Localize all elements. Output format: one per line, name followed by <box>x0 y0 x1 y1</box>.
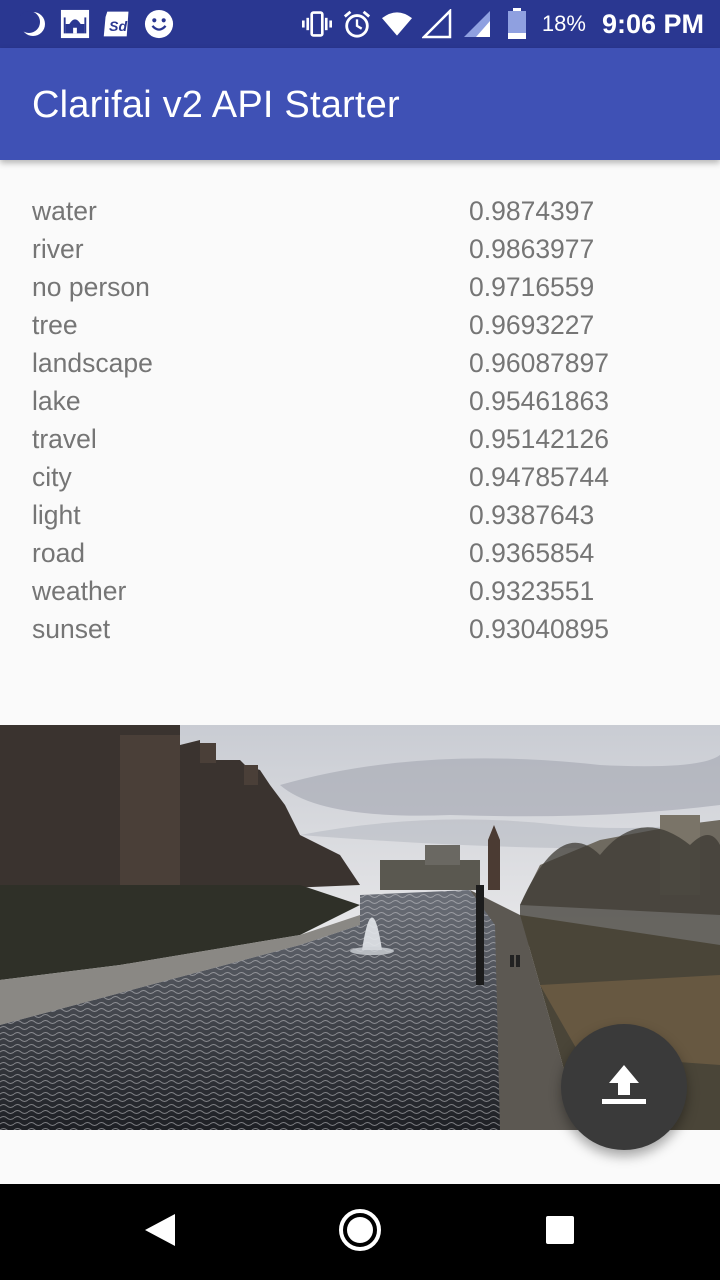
tag-label: water <box>32 196 97 226</box>
list-item: road 0.9365854 <box>0 534 720 572</box>
moon-icon <box>18 9 48 39</box>
tag-label: no person <box>32 272 150 302</box>
list-item: no person 0.9716559 <box>0 268 720 306</box>
svg-text:Sd: Sd <box>109 18 127 34</box>
tag-label: weather <box>32 576 127 606</box>
back-button[interactable] <box>112 1184 208 1280</box>
list-item: lake 0.95461863 <box>0 382 720 420</box>
tag-score: 0.9365854 <box>469 538 595 568</box>
tag-label: light <box>32 500 81 530</box>
tag-label: travel <box>32 424 97 454</box>
list-item: water 0.9874397 <box>0 192 720 230</box>
list-item: landscape 0.96087897 <box>0 344 720 382</box>
tag-score: 0.9323551 <box>469 576 595 606</box>
home-button[interactable] <box>312 1184 408 1280</box>
tag-label: tree <box>32 310 78 340</box>
tag-label: sunset <box>32 614 111 644</box>
signal-empty-icon <box>421 9 452 39</box>
sd-card-icon: Sd <box>102 9 132 39</box>
clock: 9:06 PM <box>601 8 704 39</box>
results-list: water 0.9874397 river 0.9863977 no person 0… <box>0 192 720 648</box>
tag-score: 0.9863977 <box>469 234 595 264</box>
tag-label: landscape <box>32 348 153 378</box>
tag-score: 0.9874397 <box>469 196 595 226</box>
tag-score: 0.95461863 <box>469 386 610 416</box>
notification-icons: Sd <box>18 6 174 42</box>
tag-score: 0.95142126 <box>469 424 610 454</box>
upload-button[interactable] <box>561 1024 687 1150</box>
tag-score: 0.94785744 <box>469 462 610 492</box>
tag-score: 0.96087897 <box>469 348 610 378</box>
tag-score: 0.9387643 <box>469 500 595 530</box>
tag-label: road <box>32 538 86 568</box>
alarm-icon <box>342 9 372 39</box>
home-icon <box>337 1207 383 1257</box>
tag-label: river <box>32 234 84 264</box>
list-item: light 0.9387643 <box>0 496 720 534</box>
recents-button[interactable] <box>512 1184 608 1280</box>
vibrate-icon <box>301 9 332 39</box>
tag-label: lake <box>32 386 81 416</box>
mosque-icon <box>60 9 90 39</box>
signal-icon <box>462 9 492 39</box>
navigation-bar <box>0 1184 720 1280</box>
system-icons: 18% 9:06 PM <box>301 6 704 42</box>
tag-score: 0.9716559 <box>469 272 595 302</box>
wifi-icon <box>381 9 412 39</box>
status-bar: Sd 18% 9:06 PM <box>0 0 720 48</box>
upload-icon <box>599 1063 649 1111</box>
tag-score: 0.9693227 <box>469 310 595 340</box>
back-icon <box>143 1212 177 1252</box>
list-item: river 0.9863977 <box>0 230 720 268</box>
smiley-icon <box>144 9 174 39</box>
list-item: city 0.94785744 <box>0 458 720 496</box>
battery-icon <box>502 8 532 39</box>
recents-icon <box>544 1214 576 1250</box>
tag-label: city <box>32 462 72 492</box>
tag-score: 0.93040895 <box>469 614 610 644</box>
list-item: travel 0.95142126 <box>0 420 720 458</box>
app-title: Clarifai v2 API Starter <box>32 84 400 126</box>
list-item: tree 0.9693227 <box>0 306 720 344</box>
battery-percent: 18% <box>541 11 586 36</box>
app-bar: Clarifai v2 API Starter <box>0 48 720 160</box>
list-item: sunset 0.93040895 <box>0 610 720 648</box>
list-item: weather 0.9323551 <box>0 572 720 610</box>
